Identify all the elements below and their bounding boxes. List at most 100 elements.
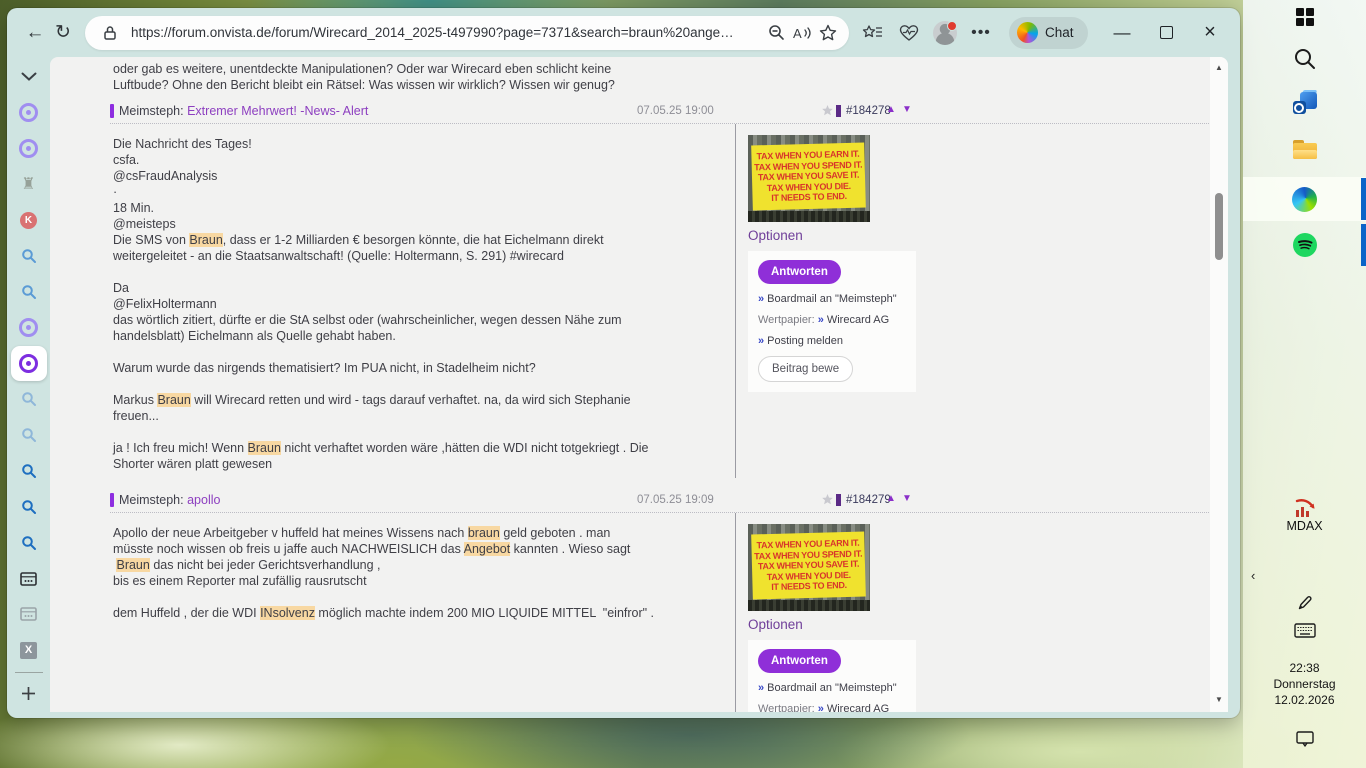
post-sidebar: TAX WHEN YOU EARN IT. TAX WHEN YOU SPEND …	[748, 135, 916, 392]
scroll-down-arrow[interactable]: ▼	[1210, 695, 1228, 704]
tab-search-7[interactable]	[11, 525, 47, 561]
mdax-label: MDAX	[1286, 519, 1323, 533]
show-hidden-icons-button[interactable]: ‹	[1251, 568, 1255, 583]
taskbar-edge-button[interactable]	[1243, 177, 1366, 221]
wertpapier-row[interactable]: Wertpapier: » Wirecard AG	[758, 314, 906, 326]
scrollbar-thumb[interactable]	[1215, 193, 1223, 260]
prev-post-arrow[interactable]: ▲	[886, 493, 896, 504]
search-favicon	[21, 535, 36, 550]
bookmark-star-icon[interactable]	[821, 104, 834, 122]
site-lock-icon[interactable]	[97, 20, 123, 46]
tab-onvista-1[interactable]	[11, 95, 47, 131]
options-link[interactable]: Optionen	[748, 228, 916, 243]
tab-search-3[interactable]	[11, 381, 47, 417]
refresh-button[interactable]: ↻	[49, 19, 77, 47]
castle-favicon: ♜	[21, 174, 36, 194]
bookmark-star-icon[interactable]	[821, 493, 834, 511]
wertpapier-row[interactable]: Wertpapier: » Wirecard AG	[758, 703, 906, 712]
tray-pen-button[interactable]	[1243, 594, 1366, 612]
browser-toolbar: ← ↻ https://forum.onvista.de/forum/Wirec…	[7, 8, 1240, 57]
spotify-running-indicator	[1361, 224, 1366, 266]
tab-onvista-2[interactable]	[11, 131, 47, 167]
taskbar-explorer-button[interactable]	[1243, 140, 1366, 159]
next-post-arrow[interactable]: ▼	[902, 104, 912, 115]
reply-button[interactable]: Antworten	[758, 260, 841, 284]
taskbar: MDAX ‹ 22:38 Donnerstag 12.02.2026	[1243, 0, 1366, 768]
browser-essentials-icon[interactable]	[895, 19, 923, 47]
search-highlight: Braun	[189, 233, 223, 247]
start-button[interactable]	[1243, 8, 1366, 26]
tab-form-2[interactable]	[11, 596, 47, 632]
column-divider	[735, 513, 736, 712]
onvista-favicon	[19, 318, 38, 338]
boardmail-link[interactable]: » Boardmail an "Meimsteph"	[758, 682, 906, 694]
onvista-favicon	[19, 103, 38, 123]
new-tab-button[interactable]	[11, 676, 47, 712]
close-button[interactable]: ×	[1188, 16, 1232, 50]
mdax-falling-chart-icon	[1295, 499, 1314, 517]
tab-k-site[interactable]: K	[11, 202, 47, 238]
favorites-icon[interactable]	[859, 19, 887, 47]
clock-date: 12.02.2026	[1274, 693, 1335, 707]
post-author-link[interactable]: Meimsteph: apollo	[119, 493, 220, 507]
rate-post-button[interactable]: Beitrag bewe	[758, 356, 854, 382]
tab-onvista-active[interactable]	[10, 345, 47, 382]
copilot-chat-button[interactable]: Chat	[1009, 16, 1088, 49]
post-id-bar	[836, 105, 841, 117]
post-author-link[interactable]: Meimsteph: Extremer Mehrwert! -News- Ale…	[119, 104, 368, 118]
profile-button[interactable]	[931, 19, 959, 47]
collapse-tabs-button[interactable]	[11, 59, 47, 95]
billboard-sign: TAX WHEN YOU EARN IT. TAX WHEN YOU SPEND …	[751, 142, 866, 211]
options-link[interactable]: Optionen	[748, 617, 916, 632]
tab-form-1[interactable]	[11, 561, 47, 597]
edge-icon	[1292, 186, 1317, 212]
tab-onvista-3[interactable]	[11, 310, 47, 346]
search-highlight: Angebot	[463, 542, 511, 556]
tab-search-1[interactable]	[11, 238, 47, 274]
tab-x[interactable]: X	[11, 632, 47, 668]
clock-widget[interactable]: 22:38 Donnerstag 12.02.2026	[1243, 660, 1366, 708]
search-favicon	[21, 464, 36, 479]
scroll-up-arrow[interactable]: ▲	[1210, 63, 1228, 72]
taskbar-spotify-button[interactable]	[1243, 233, 1366, 257]
post-user-image[interactable]: TAX WHEN YOU EARN IT. TAX WHEN YOU SPEND …	[748, 524, 870, 611]
maximize-button[interactable]	[1144, 16, 1188, 50]
taskbar-outlook-button[interactable]	[1243, 90, 1366, 114]
post-topic[interactable]: Extremer Mehrwert! -News- Alert	[187, 104, 368, 118]
x-favicon: X	[20, 641, 37, 659]
tabs-divider	[11, 668, 47, 676]
tab-castle[interactable]: ♜	[11, 166, 47, 202]
zoom-out-icon[interactable]	[763, 20, 789, 46]
reply-button[interactable]: Antworten	[758, 649, 841, 673]
file-explorer-icon	[1292, 140, 1317, 159]
vertical-tab-strip: ♜ K X	[7, 57, 50, 712]
read-aloud-icon[interactable]: A	[789, 20, 815, 46]
notification-center-button[interactable]	[1243, 730, 1366, 748]
report-post-link[interactable]: » Posting melden	[758, 335, 906, 347]
favorite-star-icon[interactable]	[815, 20, 841, 46]
tray-touch-keyboard-button[interactable]	[1243, 623, 1366, 638]
post-topic[interactable]: apollo	[187, 493, 220, 507]
post-sidebar: TAX WHEN YOU EARN IT. TAX WHEN YOU SPEND …	[748, 524, 916, 712]
tab-search-4[interactable]	[11, 417, 47, 453]
tab-search-6[interactable]	[11, 489, 47, 525]
taskbar-search-button[interactable]	[1243, 47, 1366, 71]
tab-search-2[interactable]	[11, 274, 47, 310]
boardmail-link[interactable]: » Boardmail an "Meimsteph"	[758, 293, 906, 305]
post-id: #184278	[846, 105, 891, 117]
form-favicon	[20, 607, 37, 622]
edge-running-indicator	[1361, 178, 1366, 220]
address-bar[interactable]: https://forum.onvista.de/forum/Wirecard_…	[85, 15, 849, 50]
back-button[interactable]: ←	[21, 19, 49, 47]
post-datetime: 07.05.25 19:09	[637, 494, 714, 506]
next-post-arrow[interactable]: ▼	[902, 493, 912, 504]
minimize-button[interactable]: —	[1100, 16, 1144, 50]
tab-search-5[interactable]	[11, 453, 47, 489]
prev-post-arrow[interactable]: ▲	[886, 104, 896, 115]
search-favicon	[21, 285, 36, 299]
clock-day: Donnerstag	[1273, 677, 1336, 691]
page-scrollbar[interactable]: ▲ ▼	[1210, 57, 1228, 712]
settings-more-button[interactable]: •••	[967, 19, 995, 47]
mdax-widget[interactable]: MDAX	[1243, 498, 1366, 533]
post-user-image[interactable]: TAX WHEN YOU EARN IT. TAX WHEN YOU SPEND …	[748, 135, 870, 222]
